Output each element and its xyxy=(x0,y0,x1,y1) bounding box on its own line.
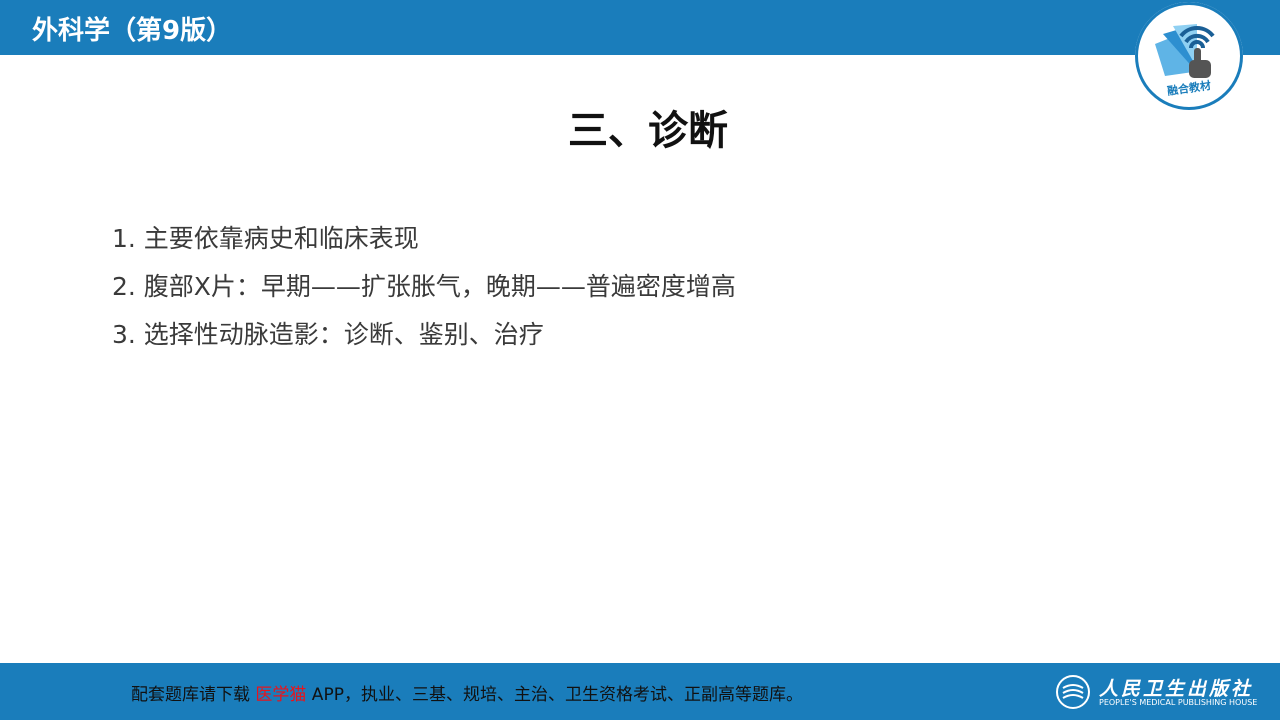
publisher-logo: 人民卫生出版社 PEOPLE'S MEDICAL PUBLISHING HOUS… xyxy=(1055,672,1265,712)
footer-notice: 配套题库请下载 医学猫 APP，执业、三基、规培、主治、卫生资格考试、正副高等题… xyxy=(131,680,803,705)
list-item: 1. 主要依靠病史和临床表现 xyxy=(112,224,419,253)
publisher-name: 人民卫生出版社 xyxy=(1099,678,1254,700)
footer-text-before: 配套题库请下载 xyxy=(131,685,250,705)
course-title: 外科学（第9版） xyxy=(32,16,233,46)
list-item: 3. 选择性动脉造影：诊断、鉴别、治疗 xyxy=(112,320,544,349)
publisher-subtitle: PEOPLE'S MEDICAL PUBLISHING HOUSE xyxy=(1099,698,1258,707)
fusion-textbook-badge[interactable]: 融合教材 xyxy=(1135,2,1243,110)
footer-text-after: APP，执业、三基、规培、主治、卫生资格考试、正副高等题库。 xyxy=(306,685,803,705)
pmph-emblem-icon xyxy=(1056,675,1090,709)
app-name-link[interactable]: 医学猫 xyxy=(255,685,306,705)
list-item: 2. 腹部X片：早期——扩张胀气，晚期——普遍密度增高 xyxy=(112,272,736,301)
slide-title: 三、诊断 xyxy=(568,108,728,154)
content-list: 1. 主要依靠病史和临床表现 2. 腹部X片：早期——扩张胀气，晚期——普遍密度… xyxy=(112,215,736,359)
